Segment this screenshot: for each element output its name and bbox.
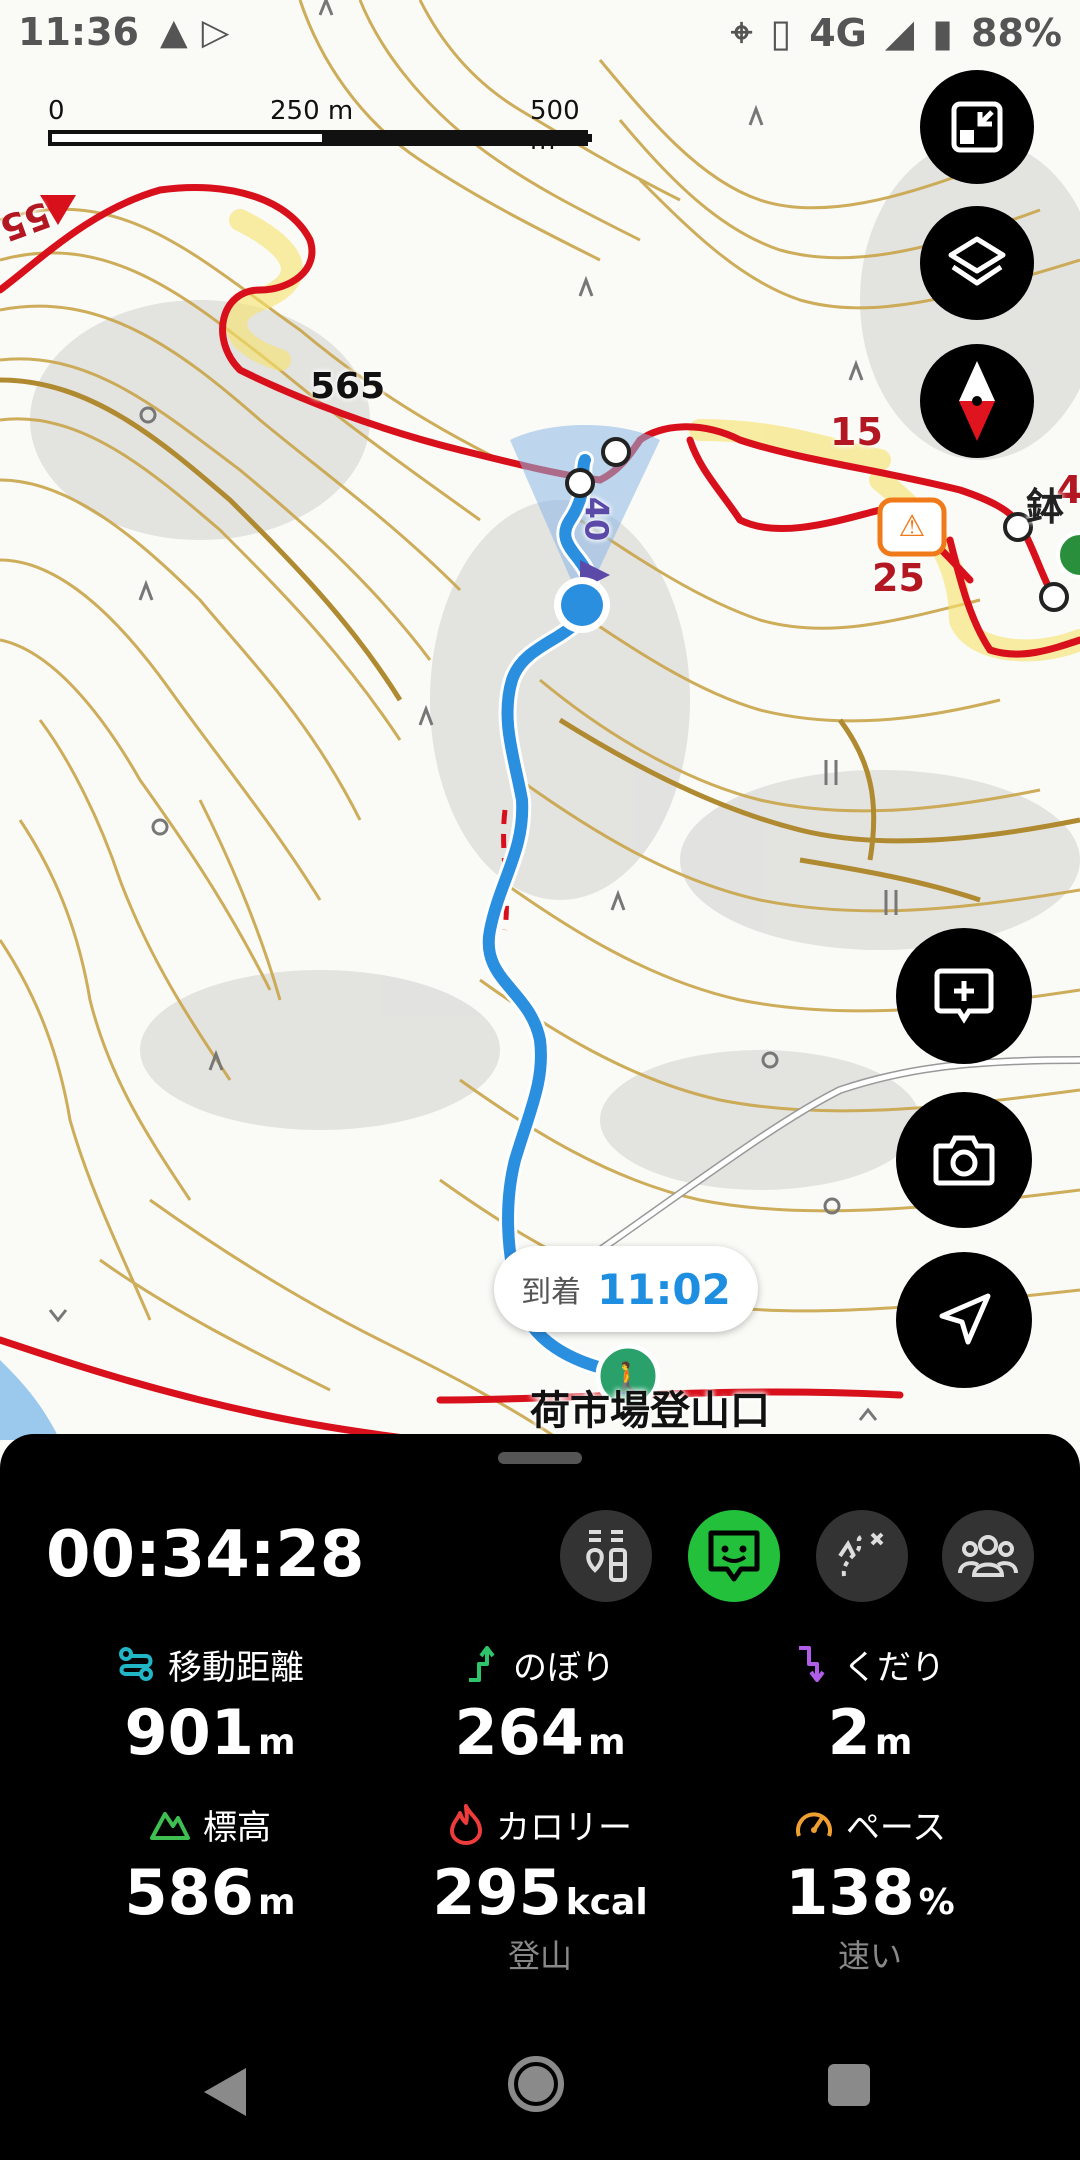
map-view[interactable]: ⚠ 🚶 565 15 25 40 55 4 鉢 荷市場登山口 到着 11:02 (0, 0, 1080, 1440)
route-plan-icon (838, 1532, 884, 1577)
stat-calories-unit: kcal (565, 1882, 648, 1923)
scale-mid: 250 m (270, 96, 354, 126)
stat-distance-unit: m (257, 1722, 296, 1763)
stat-descent-value: 2 (827, 1696, 871, 1769)
stat-elevation-value: 586 (124, 1856, 254, 1929)
svg-text:⚠: ⚠ (899, 509, 926, 544)
recents-icon[interactable] (828, 2064, 870, 2106)
speedometer-icon (795, 1812, 832, 1837)
stat-descent-unit: m (874, 1722, 913, 1763)
status-mode-button[interactable] (688, 1510, 780, 1602)
signal-icon: ◢ (884, 10, 915, 55)
layers-button[interactable] (920, 206, 1034, 320)
group-icon (958, 1535, 1018, 1577)
status-notification-icons: ▲▷ (160, 12, 243, 53)
back-icon[interactable] (204, 2068, 246, 2116)
elevation-profile-icon (586, 1530, 627, 1582)
stat-descent-label: くだり (843, 1647, 945, 1688)
system-nav-bar (0, 2016, 1080, 2160)
scale-bar-line (48, 130, 592, 146)
stat-distance: 移動距離 901 m (30, 1640, 390, 1769)
map-route-label-15: 15 (830, 410, 883, 454)
stat-pace-sub: 速い (837, 1937, 902, 1975)
camera-icon (933, 1135, 995, 1186)
map-peak-label: 565 (310, 366, 386, 407)
route-plan-button[interactable] (816, 1510, 908, 1602)
vibrate-icon: ▯ (770, 10, 792, 55)
status-time: 11:36 (18, 10, 139, 54)
stat-ascent-value: 264 (454, 1696, 584, 1769)
arrival-label: 到着 (521, 1275, 582, 1310)
stat-elevation: 標高 586 m (30, 1800, 390, 1930)
stat-elevation-unit: m (257, 1882, 296, 1923)
stat-pace: ペース 138% 速い (690, 1800, 1050, 1977)
scale-end: 500 m (530, 96, 580, 156)
stat-calories-label: カロリー (496, 1807, 632, 1848)
map-place-label-edge: 鉢 (1026, 485, 1065, 529)
stat-pace-value: 138 (785, 1856, 915, 1929)
layers-icon (948, 236, 1006, 286)
elevation-profile-button[interactable] (560, 1510, 652, 1602)
navigation-button[interactable] (896, 1252, 1032, 1388)
mountain-icon (150, 1812, 190, 1840)
stat-distance-value: 901 (124, 1696, 254, 1769)
stat-ascent-unit: m (587, 1722, 626, 1763)
panel-drag-handle[interactable] (498, 1452, 582, 1464)
stat-calories-sub: 登山 (507, 1937, 572, 1975)
stat-pace-label: ペース (845, 1807, 947, 1848)
battery-percent: 88% (971, 10, 1062, 55)
arrival-time: 11:02 (597, 1264, 731, 1314)
elapsed-time: 00:34:28 (46, 1518, 365, 1592)
stat-descent: くだり 2m (690, 1640, 1050, 1769)
fullscreen-exit-icon (951, 101, 1003, 153)
stat-pace-unit: % (918, 1882, 955, 1923)
camera-button[interactable] (896, 1092, 1032, 1228)
stat-distance-label: 移動距離 (168, 1647, 304, 1688)
status-face-icon (708, 1530, 760, 1582)
scale-zero: 0 (48, 96, 65, 126)
map-route-label-25: 25 (872, 556, 925, 600)
network-type: 4G (809, 10, 867, 55)
stat-calories: カロリー 295 kcal 登山 (360, 1800, 720, 1977)
play-store-icon: ▷ (201, 12, 244, 53)
add-memo-button[interactable] (896, 928, 1032, 1064)
distance-icon (119, 1647, 153, 1681)
status-right: ⌖ ▯ 4G ◢ ▮ 88% (731, 10, 1062, 55)
topographic-map: ⚠ 🚶 (0, 0, 1080, 1440)
stat-calories-value: 295 (432, 1856, 562, 1929)
map-route-label-40: 40 (577, 496, 616, 542)
compass-button[interactable] (920, 344, 1034, 458)
navigation-icon (939, 1293, 991, 1345)
group-button[interactable] (942, 1510, 1034, 1602)
stat-ascent-label: のぼり (513, 1647, 615, 1688)
arrival-bubble[interactable]: 到着 11:02 (494, 1246, 758, 1332)
ascent-icon (469, 1646, 495, 1682)
map-scale-bar: 0 250 m 500 m (48, 96, 592, 156)
home-icon[interactable] (508, 2056, 564, 2112)
compass-icon (959, 361, 995, 441)
descent-icon (799, 1646, 825, 1682)
battery-icon: ▮ (932, 10, 954, 55)
fullscreen-exit-button[interactable] (920, 70, 1034, 184)
add-memo-icon (934, 968, 994, 1024)
trailhead-label: 荷市場登山口 (530, 1388, 770, 1434)
status-bar: 11:36 ▲▷ ⌖ ▯ 4G ◢ ▮ 88% (0, 0, 1080, 70)
location-icon: ⌖ (730, 10, 753, 54)
stat-elevation-label: 標高 (203, 1807, 271, 1848)
warning-triangle-icon: ▲ (160, 12, 202, 53)
stat-ascent: のぼり 264 m (360, 1640, 720, 1769)
flame-icon (450, 1804, 482, 1845)
